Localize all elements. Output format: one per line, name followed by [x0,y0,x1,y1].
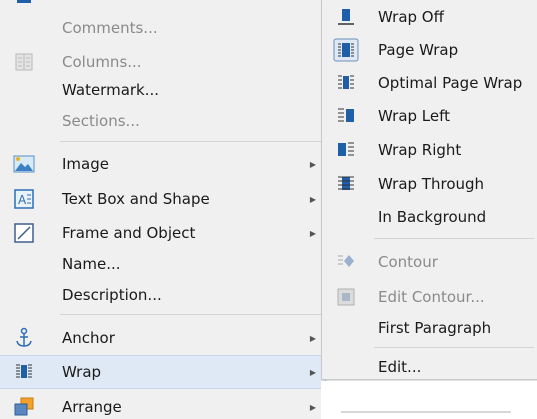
submenu-item-page-wrap[interactable]: Page Wrap [322,33,537,66]
document-text-line [341,411,511,413]
menu-item-comments[interactable]: Comments... [0,11,325,45]
submenu-item-label: Edit... [378,357,422,376]
submenu-item-edit[interactable]: Edit... [322,350,537,383]
submenu-separator [374,238,534,239]
page-wrap-icon [322,33,370,66]
submenu-item-wrap-right[interactable]: Wrap Right [322,133,537,166]
menu-item-label: Wrap [62,363,102,381]
menu-item-label: Frame and Object [62,224,196,242]
menu-item-watermark[interactable]: Watermark... [0,73,325,107]
frame-icon [0,216,48,250]
menu-item-label: Arrange [62,398,122,416]
wrap-left-icon [322,99,370,132]
menu-item-label: Anchor [62,329,115,347]
menu-item-image[interactable]: Image ▶ [0,147,325,181]
document-area [321,381,537,419]
menu-item-description[interactable]: Description... [0,278,325,312]
wrap-off-icon [322,0,370,33]
submenu-item-in-background[interactable]: In Background [322,200,537,233]
wrap-through-icon [322,167,370,200]
submenu-separator [374,347,534,348]
edit-contour-icon [322,280,370,313]
submenu-item-label: Optimal Page Wrap [378,73,523,92]
submenu-item-label: Wrap Through [378,174,485,193]
menu-item-anchor[interactable]: Anchor ▶ [0,321,325,355]
optimal-wrap-icon [322,66,370,99]
submenu-item-label: Wrap Off [378,7,444,26]
menu-separator [60,314,324,315]
anchor-icon [0,321,48,355]
submenu-item-wrap-left[interactable]: Wrap Left [322,99,537,132]
submenu-item-label: Wrap Right [378,140,462,159]
submenu-item-optimal-page-wrap[interactable]: Optimal Page Wrap [322,66,537,99]
menu-item-label: Comments... [62,19,158,37]
text-box-icon: A [0,182,48,216]
svg-text:A: A [18,193,27,207]
contour-icon [322,245,370,278]
wrap-submenu: Wrap Off Page Wrap Optimal Page Wrap Wra… [321,0,537,380]
menu-item-label: Sections... [62,112,140,130]
menu-item-label: Image [62,155,109,173]
menu-item-label: Description... [62,286,162,304]
menu-item-wrap[interactable]: Wrap ▶ [0,355,325,389]
menu-item-label: Watermark... [62,81,160,99]
wrap-right-icon [322,133,370,166]
submenu-item-label: Wrap Left [378,106,451,125]
arrange-icon [0,390,48,419]
menu-item-name[interactable]: Name... [0,247,325,281]
submenu-item-label: Edit Contour... [378,287,485,306]
submenu-item-wrap-off[interactable]: Wrap Off [322,0,537,33]
menu-item-label: Columns... [62,53,142,71]
submenu-item-contour[interactable]: Contour [322,245,537,278]
submenu-item-edit-contour[interactable]: Edit Contour... [322,280,537,313]
menu-item-text-box-and-shape[interactable]: A Text Box and Shape ▶ [0,182,325,216]
menu-separator [60,141,324,142]
context-menu: Comments... Columns... Watermark... Sect… [0,0,326,419]
image-icon [0,147,48,181]
submenu-item-wrap-through[interactable]: Wrap Through [322,167,537,200]
submenu-item-label: In Background [378,207,487,226]
menu-item-sections[interactable]: Sections... [0,104,325,138]
submenu-item-first-paragraph[interactable]: First Paragraph [322,311,537,344]
menu-item-frame-and-object[interactable]: Frame and Object ▶ [0,216,325,250]
submenu-item-label: Page Wrap [378,40,459,59]
menu-item-arrange[interactable]: Arrange ▶ [0,390,325,419]
wrap-icon [0,355,48,389]
submenu-item-label: Contour [378,252,438,271]
menu-item-label: Name... [62,255,121,273]
submenu-item-label: First Paragraph [378,318,492,337]
menu-item-label: Text Box and Shape [62,190,210,208]
